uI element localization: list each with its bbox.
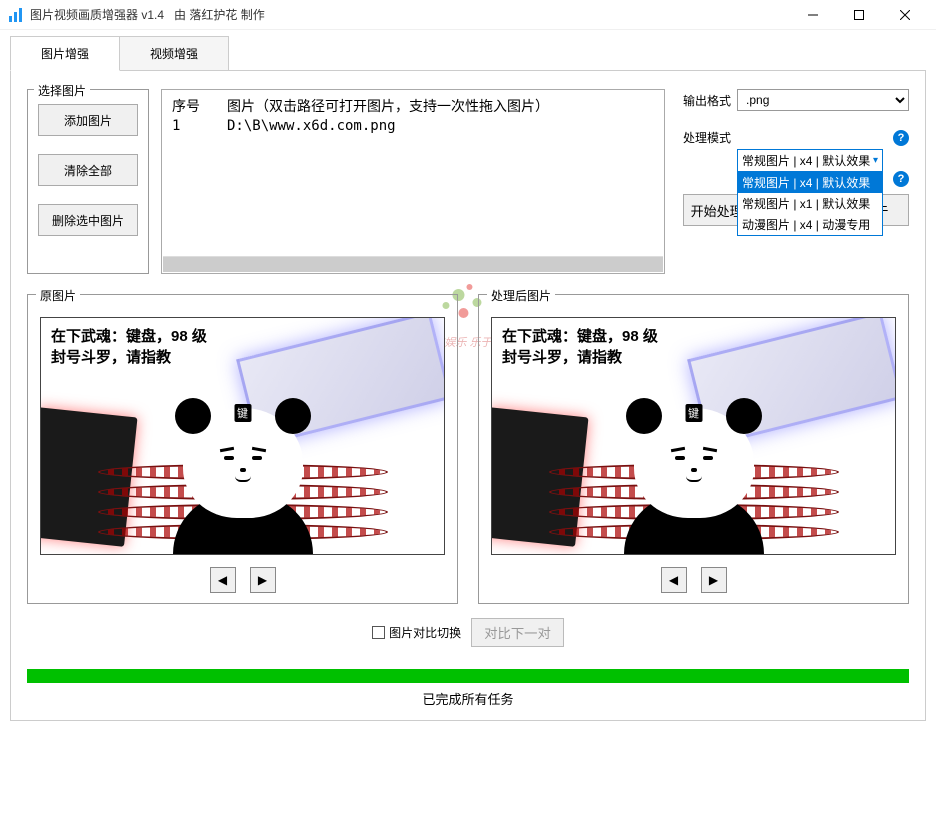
status-message: 已完成所有任务: [27, 689, 909, 708]
main-panel: 选择图片 添加图片 清除全部 删除选中图片 序号 图片（双击路径可打开图片，支持…: [10, 70, 926, 721]
dropdown-option[interactable]: 动漫图片 | x4 | 动漫专用: [738, 214, 882, 235]
output-format-label: 输出格式: [683, 92, 731, 109]
compare-next-pair-button: 对比下一对: [471, 618, 564, 647]
processed-next-button[interactable]: ▶: [701, 567, 727, 593]
process-mode-selected[interactable]: 常规图片 | x4 | 默认效果 ▾: [738, 150, 882, 172]
tab-image-enhance[interactable]: 图片增强: [10, 36, 120, 71]
help-icon[interactable]: ?: [893, 171, 909, 187]
original-image-title: 原图片: [36, 287, 80, 304]
dropdown-option[interactable]: 常规图片 | x1 | 默认效果: [738, 193, 882, 214]
minimize-button[interactable]: [790, 0, 836, 30]
app-icon: [8, 7, 24, 23]
col-header-index: 序号: [172, 96, 227, 116]
chevron-down-icon: ▾: [873, 155, 878, 166]
compare-toggle-checkbox[interactable]: 图片对比切换: [372, 624, 461, 641]
processed-image-title: 处理后图片: [487, 287, 555, 304]
original-image-group: 原图片 在下武魂：键盘，98 级 封号斗罗，请指教 键: [27, 294, 458, 604]
help-icon[interactable]: ?: [893, 130, 909, 146]
progress-bar: [27, 669, 909, 683]
maximize-button[interactable]: [836, 0, 882, 30]
processed-image-group: 处理后图片 在下武魂：键盘，98 级 封号斗罗，请指教 键: [478, 294, 909, 604]
file-list[interactable]: 序号 图片（双击路径可打开图片，支持一次性拖入图片） 1 D:\B\www.x6…: [161, 89, 665, 274]
window-title: 图片视频画质增强器 v1.4 由 落红护花 制作: [30, 6, 790, 23]
tabs: 图片增强 视频增强: [0, 30, 936, 71]
right-controls: 输出格式 .png 处理模式 ? 常规图片 | x4 | 默认效果 ▾ 常规图片…: [677, 89, 909, 274]
original-prev-button[interactable]: ◀: [210, 567, 236, 593]
dropdown-option[interactable]: 常规图片 | x4 | 默认效果: [738, 172, 882, 193]
processed-image: 在下武魂：键盘，98 级 封号斗罗，请指教 键: [491, 317, 896, 555]
list-item[interactable]: 1 D:\B\www.x6d.com.png: [172, 118, 654, 134]
window-titlebar: 图片视频画质增强器 v1.4 由 落红护花 制作: [0, 0, 936, 30]
process-mode-label: 处理模式: [683, 129, 731, 146]
delete-selected-button[interactable]: 删除选中图片: [38, 204, 138, 236]
clear-all-button[interactable]: 清除全部: [38, 154, 138, 186]
tab-video-enhance[interactable]: 视频增强: [119, 36, 229, 71]
process-mode-dropdown[interactable]: 常规图片 | x4 | 默认效果 ▾ 常规图片 | x4 | 默认效果 常规图片…: [737, 149, 883, 236]
col-header-path: 图片（双击路径可打开图片，支持一次性拖入图片）: [227, 96, 654, 116]
add-image-button[interactable]: 添加图片: [38, 104, 138, 136]
original-next-button[interactable]: ▶: [250, 567, 276, 593]
output-format-select[interactable]: .png: [737, 89, 909, 111]
horizontal-scrollbar[interactable]: [163, 256, 663, 272]
original-image: 在下武魂：键盘，98 级 封号斗罗，请指教 键: [40, 317, 445, 555]
select-images-group: 选择图片 添加图片 清除全部 删除选中图片: [27, 89, 149, 274]
select-images-legend: 选择图片: [34, 82, 90, 99]
close-button[interactable]: [882, 0, 928, 30]
processed-prev-button[interactable]: ◀: [661, 567, 687, 593]
